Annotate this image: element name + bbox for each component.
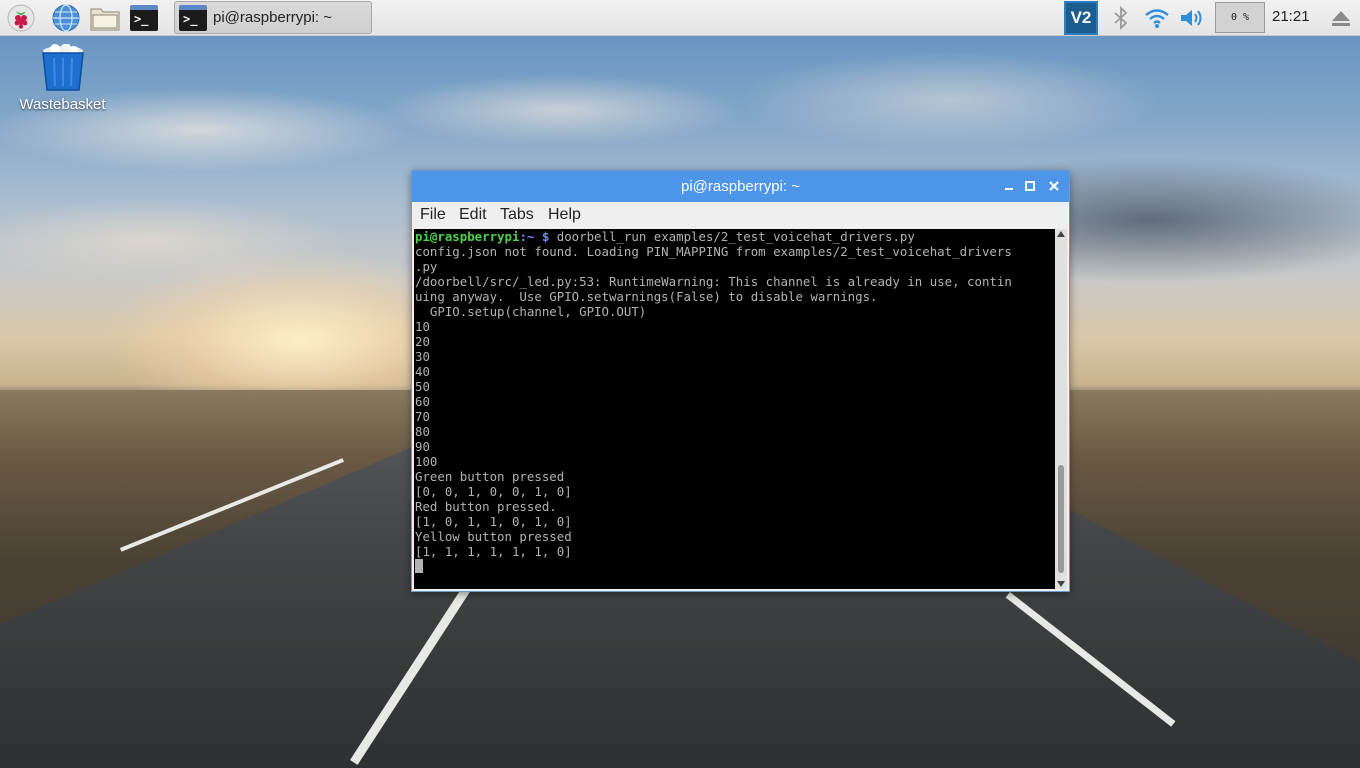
- scroll-up-icon[interactable]: [1057, 231, 1065, 237]
- maximize-icon[interactable]: [1022, 178, 1038, 194]
- terminal-text: pi@raspberrypi:~ $ doorbell_run examples…: [414, 229, 1055, 574]
- terminal-icon[interactable]: >_: [129, 3, 159, 33]
- close-icon[interactable]: [1046, 178, 1062, 194]
- eject-icon[interactable]: [1326, 3, 1356, 33]
- scroll-down-icon[interactable]: [1057, 581, 1065, 587]
- cpu-usage-monitor[interactable]: 0 %: [1215, 2, 1265, 33]
- clock[interactable]: 21:21: [1272, 8, 1310, 25]
- command-output: config.json not found. Loading PIN_MAPPI…: [415, 244, 1012, 559]
- menu-bar: File Edit Tabs Help: [412, 202, 1069, 229]
- wastebasket-desktop-icon[interactable]: Wastebasket: [10, 44, 115, 124]
- menu-help[interactable]: Help: [548, 206, 581, 224]
- window-title: pi@raspberrypi: ~: [680, 178, 801, 195]
- top-panel: >_ >_ pi@raspberrypi: ~ V2 0 % 21:21: [0, 0, 1360, 36]
- wastebasket-label: Wastebasket: [19, 96, 106, 113]
- wastebasket-icon: [41, 44, 84, 91]
- taskbar-terminal-button[interactable]: >_ pi@raspberrypi: ~: [174, 1, 372, 34]
- menu-edit[interactable]: Edit: [459, 206, 487, 224]
- volume-icon[interactable]: [1178, 3, 1208, 33]
- prompt-separator: :: [519, 229, 527, 244]
- minimize-icon[interactable]: [1001, 178, 1017, 194]
- web-browser-icon[interactable]: [51, 3, 81, 33]
- prompt-user: pi@raspberrypi: [415, 229, 520, 244]
- terminal-output-area[interactable]: pi@raspberrypi:~ $ doorbell_run examples…: [414, 229, 1055, 589]
- command-text: doorbell_run examples/2_test_voicehat_dr…: [549, 229, 915, 244]
- taskbar-terminal-label: pi@raspberrypi: ~: [213, 9, 333, 26]
- terminal-scrollbar[interactable]: [1055, 229, 1067, 589]
- terminal-window: pi@raspberrypi: ~ File Edit Tabs Help pi…: [411, 170, 1070, 592]
- menu-tabs[interactable]: Tabs: [500, 206, 534, 224]
- prompt-dollar: $: [534, 229, 550, 244]
- raspberry-menu-icon[interactable]: [6, 3, 36, 33]
- window-titlebar[interactable]: pi@raspberrypi: ~: [412, 171, 1069, 202]
- vnc-server-icon[interactable]: V2: [1064, 1, 1098, 35]
- bluetooth-icon[interactable]: [1106, 3, 1136, 33]
- wifi-icon[interactable]: [1142, 3, 1172, 33]
- menu-file[interactable]: File: [420, 206, 446, 224]
- terminal-cursor: [415, 559, 423, 573]
- terminal-task-icon: >_: [179, 4, 207, 31]
- vnc-label: V2: [1070, 8, 1092, 27]
- cpu-usage-text: 0 %: [1230, 12, 1250, 23]
- scrollbar-thumb[interactable]: [1058, 465, 1064, 573]
- file-manager-icon[interactable]: [90, 3, 120, 33]
